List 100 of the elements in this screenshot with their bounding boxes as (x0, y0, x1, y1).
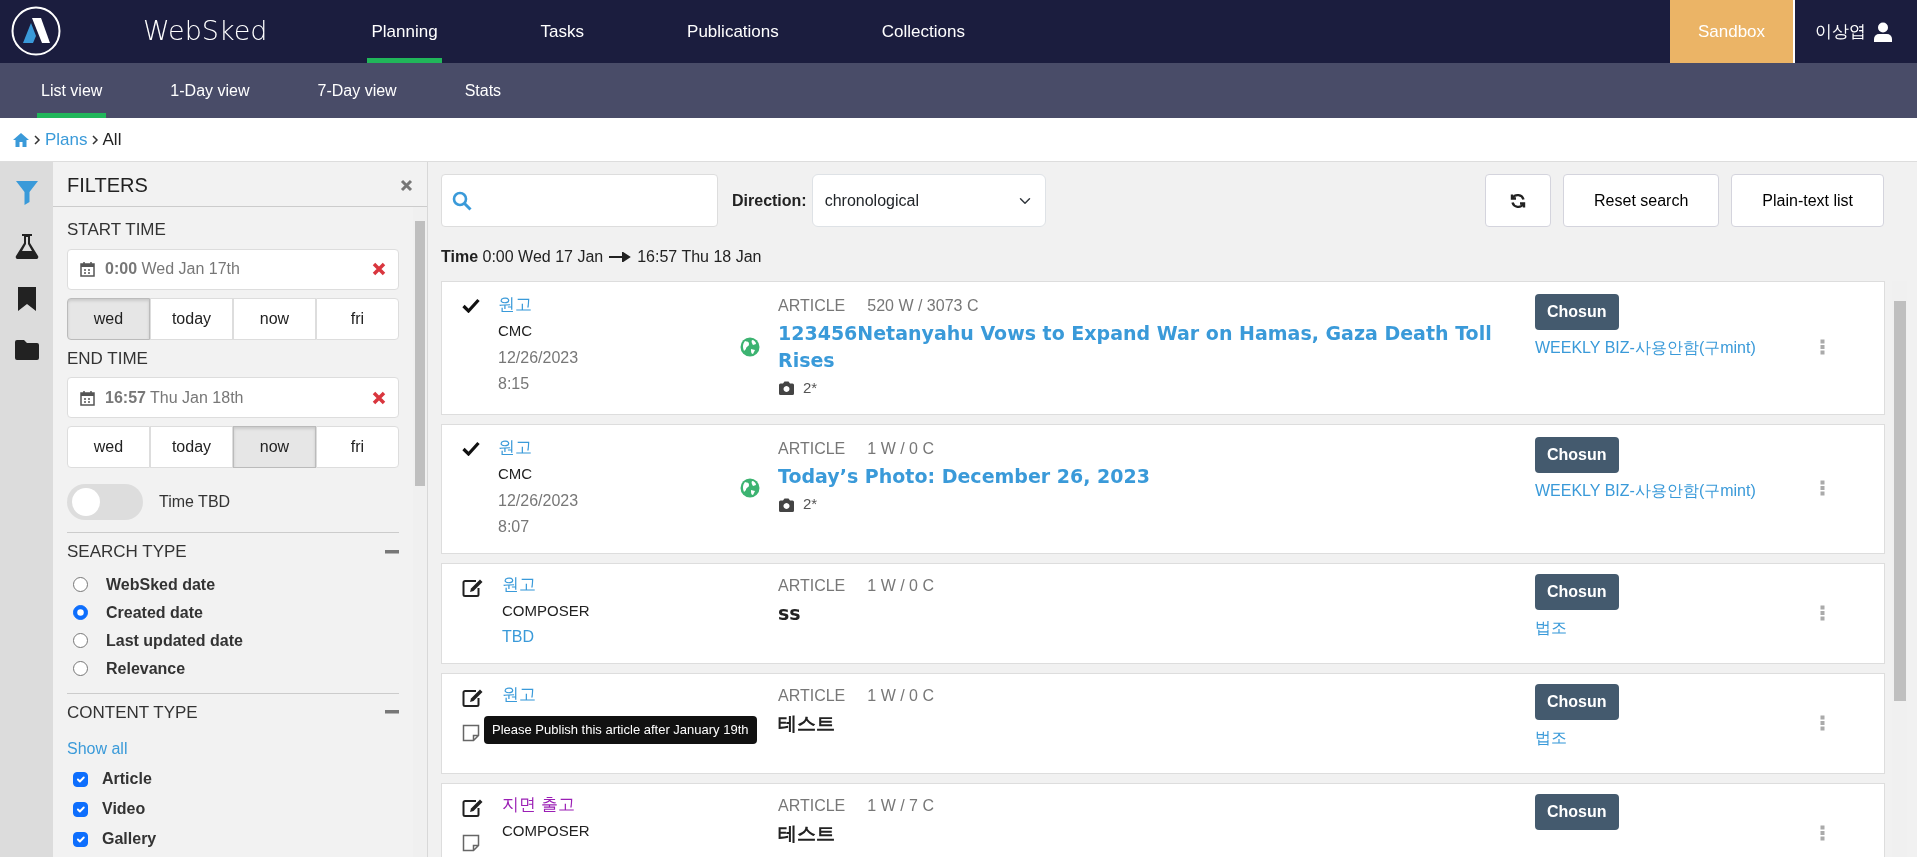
more-icon[interactable] (1819, 338, 1825, 355)
checkbox-label: Video (102, 799, 146, 819)
checkbox[interactable] (73, 831, 88, 847)
content-kind: ARTICLE (778, 685, 846, 706)
checkbox-label: Gallery (102, 829, 157, 849)
section-label: START TIME (67, 219, 167, 241)
radio-button[interactable] (73, 577, 88, 592)
arrow-icon (609, 252, 632, 262)
content-kind: ARTICLE (778, 296, 846, 316)
note-icon[interactable] (462, 723, 480, 742)
folder-icon[interactable] (13, 339, 40, 361)
user-icon[interactable] (1874, 21, 1892, 42)
quick-date-button[interactable]: wed (67, 297, 150, 340)
globe-icon (740, 336, 760, 357)
section-title: CONTENT TYPE (67, 701, 198, 724)
publication-badge: Chosun (1535, 793, 1619, 830)
breadcrumb-current: All (102, 128, 122, 151)
note-icon[interactable] (462, 833, 480, 852)
more-icon[interactable] (1819, 825, 1825, 842)
toggle-label: Time TBD (159, 492, 231, 512)
quick-date-button[interactable]: today (150, 297, 233, 340)
toolbar-button[interactable]: Reset search (1563, 174, 1720, 227)
time-range-start: Time 0:00 Wed 17 Jan (441, 247, 604, 267)
more-icon[interactable] (1819, 479, 1825, 496)
collapse-icon[interactable] (385, 710, 399, 715)
panel-title: FILTERS (67, 173, 148, 198)
content-kind: ARTICLE (778, 575, 846, 596)
time-text: 8:07 (498, 516, 531, 537)
source-label: COMPOSER (502, 820, 591, 841)
close-icon[interactable] (400, 178, 413, 192)
date-field[interactable]: 0:00 Wed Jan 17th (67, 248, 399, 290)
more-icon[interactable] (1819, 715, 1825, 732)
clear-icon[interactable] (372, 390, 386, 405)
radio-button[interactable] (73, 605, 88, 620)
search-icon (452, 190, 472, 211)
edit-icon[interactable] (462, 687, 484, 708)
source-label: CMC (498, 321, 534, 341)
quick-date-button[interactable]: now (233, 426, 316, 468)
view-tab[interactable]: Stats (460, 63, 506, 118)
calendar-icon (80, 261, 95, 277)
quick-date-button[interactable]: wed (67, 426, 150, 468)
clear-icon[interactable] (372, 262, 386, 276)
toolbar-button[interactable]: Plain-text list (1731, 174, 1884, 227)
logo-icon[interactable] (11, 6, 61, 56)
checkbox[interactable] (73, 801, 88, 817)
schedule-text: TBD (502, 626, 535, 647)
edit-icon[interactable] (462, 577, 484, 598)
direction-select[interactable]: chronological (811, 174, 1046, 227)
camera-icon (778, 497, 795, 512)
quick-date-button[interactable]: fri (316, 426, 399, 468)
refresh-icon (1510, 193, 1527, 210)
radio-label: Relevance (106, 658, 186, 679)
view-tab[interactable]: 1-Day view (166, 63, 254, 118)
nav-tab[interactable]: Publications (683, 0, 783, 63)
field-label: Direction: (732, 190, 807, 211)
camera-icon (778, 381, 795, 396)
content-kind: ARTICLE (778, 795, 846, 816)
user-name[interactable]: 이상엽 (1815, 18, 1866, 45)
calendar-icon (80, 389, 95, 406)
publication-badge: Chosun (1535, 436, 1619, 473)
radio-button[interactable] (73, 633, 88, 648)
globe-icon (740, 477, 760, 498)
view-tab[interactable]: 7-Day view (313, 63, 401, 118)
radio-label: Last updated date (106, 630, 243, 651)
home-icon[interactable] (12, 131, 30, 148)
word-count: 1 W / 7 C (867, 795, 934, 816)
word-count: 1 W / 0 C (867, 685, 934, 706)
word-count: 1 W / 0 C (867, 575, 934, 596)
quick-date-button[interactable]: today (150, 426, 233, 468)
date-text: 12/26/2023 (498, 490, 580, 511)
source-label: CMC (498, 463, 534, 484)
chevron-icon (91, 134, 99, 145)
radio-label: WebSked date (106, 574, 216, 595)
toggle-switch[interactable] (67, 484, 143, 520)
plan-type-link[interactable]: 지면 출고 (502, 793, 738, 816)
word-count: 520 W / 3073 C (867, 296, 979, 316)
more-icon[interactable] (1819, 605, 1825, 622)
refresh-button[interactable] (1485, 174, 1552, 227)
quick-date-button[interactable]: now (233, 297, 316, 340)
quick-date-button[interactable]: fri (316, 297, 399, 340)
search-field[interactable] (441, 174, 718, 227)
article-title: 테스트 (778, 710, 836, 736)
environment-badge: Sandbox (1670, 0, 1795, 63)
nav-tab[interactable]: Tasks (536, 0, 589, 63)
time-text: 8:15 (498, 374, 531, 394)
date-field[interactable]: 16:57 Thu Jan 18th (67, 377, 399, 418)
publication-badge: Chosun (1535, 294, 1619, 330)
nav-tab[interactable]: Collections (877, 0, 969, 63)
bookmark-icon[interactable] (16, 286, 37, 312)
radio-label: Created date (106, 602, 203, 623)
checkbox[interactable] (73, 771, 88, 787)
word-count: 1 W / 0 C (867, 438, 934, 459)
flask-icon[interactable] (14, 233, 39, 259)
radio-button[interactable] (73, 661, 88, 676)
edit-icon[interactable] (462, 797, 484, 818)
photo-count: 2* (803, 378, 818, 399)
collapse-icon[interactable] (385, 549, 399, 554)
tooltip: Please Publish this article after January 19th (484, 716, 757, 744)
section-label: END TIME (67, 347, 149, 370)
time-range-end: 16:57 Thu 18 Jan (637, 247, 762, 267)
